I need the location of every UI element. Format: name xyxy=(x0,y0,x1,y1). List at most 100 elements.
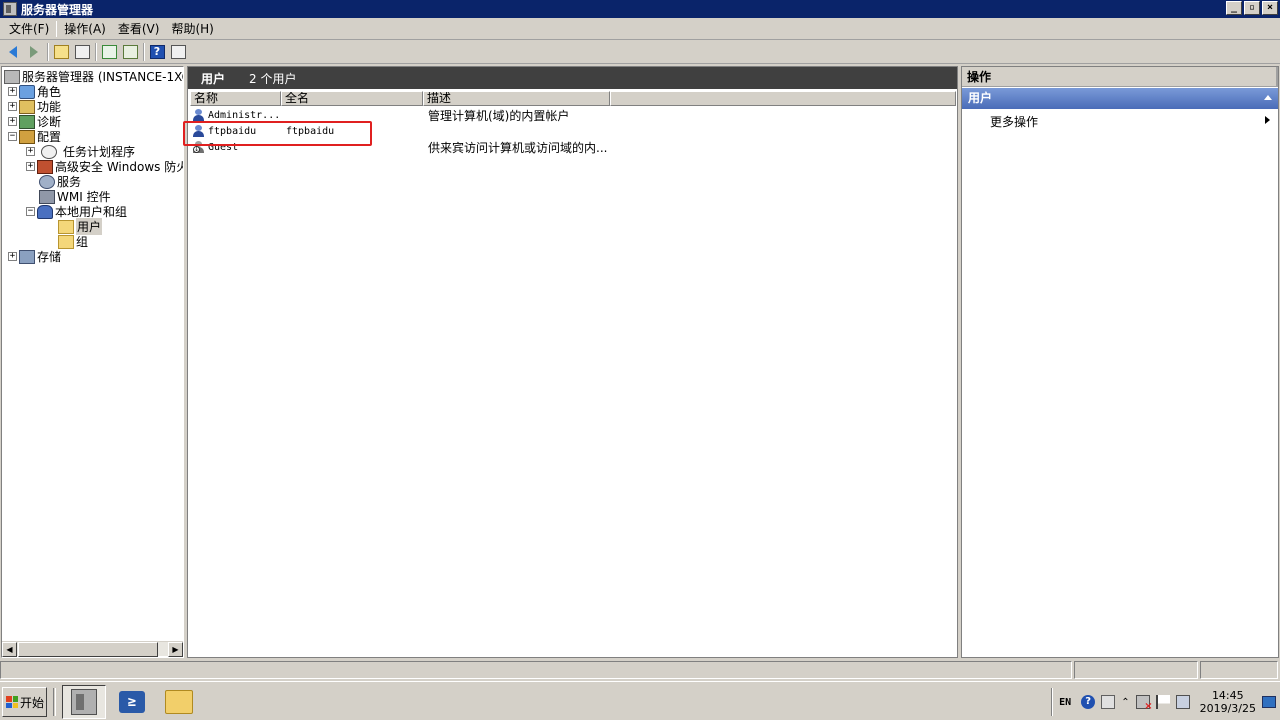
powershell-icon: ≥ xyxy=(119,691,145,713)
network-disconnected-icon[interactable] xyxy=(1135,695,1153,712)
expand-icon[interactable]: + xyxy=(8,117,17,126)
show-hide-tree-button[interactable] xyxy=(72,43,92,62)
help-icon[interactable]: ? xyxy=(1081,695,1096,709)
actions-section-label: 用户 xyxy=(968,91,993,105)
help-icon: ? xyxy=(149,45,165,59)
forward-button[interactable] xyxy=(24,43,44,62)
tree-item-roles[interactable]: + 角色 xyxy=(8,84,61,99)
toolbar: ? xyxy=(0,41,1280,64)
language-indicator[interactable]: EN xyxy=(1059,697,1071,708)
show-hidden-icons-icon[interactable]: ⌃ xyxy=(1121,697,1129,708)
network-icon[interactable] xyxy=(1175,695,1190,709)
taskbar-divider xyxy=(53,688,56,716)
folder-icon xyxy=(58,234,74,249)
tree-item-diagnostics[interactable]: + 诊断 xyxy=(8,114,61,129)
tree-item-configuration[interactable]: − 配置 xyxy=(8,129,61,144)
taskbar-powershell[interactable]: ≥ xyxy=(110,685,154,719)
tree-item-storage[interactable]: + 存储 xyxy=(8,249,61,264)
title-bar: 服务器管理器 _ ▫ × xyxy=(0,0,1280,18)
actions-section-users[interactable]: 用户 xyxy=(962,88,1278,109)
clock-date: 2019/3/25 xyxy=(1199,702,1256,715)
user-description: 供来宾访问计算机或访问域的内... xyxy=(428,140,608,155)
status-panel-main xyxy=(0,661,1072,679)
folder-up-icon xyxy=(53,45,69,59)
expand-icon[interactable]: + xyxy=(8,252,17,261)
more-actions-link[interactable]: 更多操作 xyxy=(990,113,1038,130)
tree-item-task-scheduler[interactable]: + 任务计划程序 xyxy=(26,144,135,159)
taskbar: 开始 ≥ EN ? ⌃ 14:45 2019/3/25 xyxy=(0,681,1280,720)
tree-item-root[interactable]: 服务器管理器 (INSTANCE-1XOF7 xyxy=(4,69,183,84)
expand-icon[interactable]: + xyxy=(26,147,35,156)
column-header-fullname[interactable]: 全名 xyxy=(281,91,423,106)
restore-button[interactable]: ▫ xyxy=(1244,1,1260,15)
tree-item-wmi[interactable]: WMI 控件 xyxy=(39,189,111,204)
start-label: 开始 xyxy=(20,695,45,710)
wmi-control-icon xyxy=(39,189,55,204)
firewall-icon xyxy=(37,159,53,174)
disabled-arrow-icon: ↓ xyxy=(193,146,200,153)
highlight-annotation-box xyxy=(183,121,372,146)
tree-item-features[interactable]: + 功能 xyxy=(8,99,61,114)
collapse-up-icon[interactable] xyxy=(1264,95,1272,100)
taskbar-server-manager[interactable] xyxy=(62,685,106,719)
collapse-icon[interactable]: − xyxy=(8,132,17,141)
scroll-thumb[interactable] xyxy=(18,642,158,657)
column-header-name[interactable]: 名称 xyxy=(190,91,281,106)
input-options-icon[interactable] xyxy=(1101,695,1116,709)
tree-item-label: 配置 xyxy=(37,130,62,144)
menu-file[interactable]: 文件(F) xyxy=(3,20,55,39)
help-button[interactable]: ? xyxy=(147,43,167,62)
forward-arrow-icon xyxy=(30,46,38,58)
results-header: 用户 2 个用户 xyxy=(188,67,957,89)
configuration-icon xyxy=(19,129,35,144)
menu-action[interactable]: 操作(A) xyxy=(58,20,112,39)
results-pane: 用户 2 个用户 名称 全名 描述 Administr... 管理计算机(域)的… xyxy=(183,66,958,658)
minimize-button[interactable]: _ xyxy=(1226,1,1242,15)
action-pane-button[interactable] xyxy=(168,43,188,62)
close-button[interactable]: × xyxy=(1262,1,1278,15)
column-header-description[interactable]: 描述 xyxy=(423,91,610,106)
collapse-icon[interactable]: − xyxy=(26,207,35,216)
console-tree: 服务器管理器 (INSTANCE-1XOF7 + 角色 + 功能 + 诊断 − … xyxy=(1,66,184,658)
services-gear-icon xyxy=(39,174,55,189)
export-icon xyxy=(122,45,138,59)
server-manager-icon xyxy=(71,689,97,715)
submenu-arrow-icon xyxy=(1265,116,1270,124)
export-list-button[interactable] xyxy=(120,43,140,62)
tree-item-groups[interactable]: 组 xyxy=(58,234,88,249)
action-center-flag-icon[interactable] xyxy=(1155,695,1170,709)
tree-item-local-users-groups[interactable]: − 本地用户和组 xyxy=(26,204,127,219)
start-button[interactable]: 开始 xyxy=(2,687,47,717)
expand-icon[interactable]: + xyxy=(8,102,17,111)
show-desktop-icon[interactable] xyxy=(1262,696,1276,708)
tree-item-services[interactable]: 服务 xyxy=(39,174,81,189)
windows-logo-icon xyxy=(6,696,18,708)
menu-help[interactable]: 帮助(H) xyxy=(165,20,219,39)
status-bar xyxy=(0,660,1280,680)
user-description: 管理计算机(域)的内置帐户 xyxy=(428,108,570,123)
refresh-button[interactable] xyxy=(99,43,119,62)
horizontal-scrollbar[interactable]: ◀ ▶ xyxy=(2,641,183,657)
toolbar-separator xyxy=(143,43,145,61)
status-panel-2 xyxy=(1074,661,1198,679)
window-title: 服务器管理器 xyxy=(21,2,94,17)
column-header-empty xyxy=(610,91,956,106)
scroll-left-button[interactable]: ◀ xyxy=(2,642,17,657)
features-icon xyxy=(19,99,35,114)
users-groups-icon xyxy=(37,204,53,219)
menu-bar: 文件(F) 操作(A) 查看(V) 帮助(H) xyxy=(0,19,1280,40)
up-level-button[interactable] xyxy=(51,43,71,62)
tree-item-firewall[interactable]: + 高级安全 Windows 防火墙 xyxy=(26,159,183,174)
expand-icon[interactable]: + xyxy=(26,162,35,171)
scroll-right-button[interactable]: ▶ xyxy=(168,642,183,657)
explorer-folder-icon xyxy=(165,690,193,714)
results-title: 用户 xyxy=(201,71,226,86)
clock[interactable]: 14:45 2019/3/25 xyxy=(1200,689,1256,715)
taskbar-explorer[interactable] xyxy=(157,685,201,719)
expand-icon[interactable]: + xyxy=(8,87,17,96)
clock-icon xyxy=(41,144,57,159)
roles-icon xyxy=(19,84,35,99)
menu-view[interactable]: 查看(V) xyxy=(112,20,166,39)
tree-item-users[interactable]: 用户 xyxy=(58,218,103,235)
back-button[interactable] xyxy=(3,43,23,62)
